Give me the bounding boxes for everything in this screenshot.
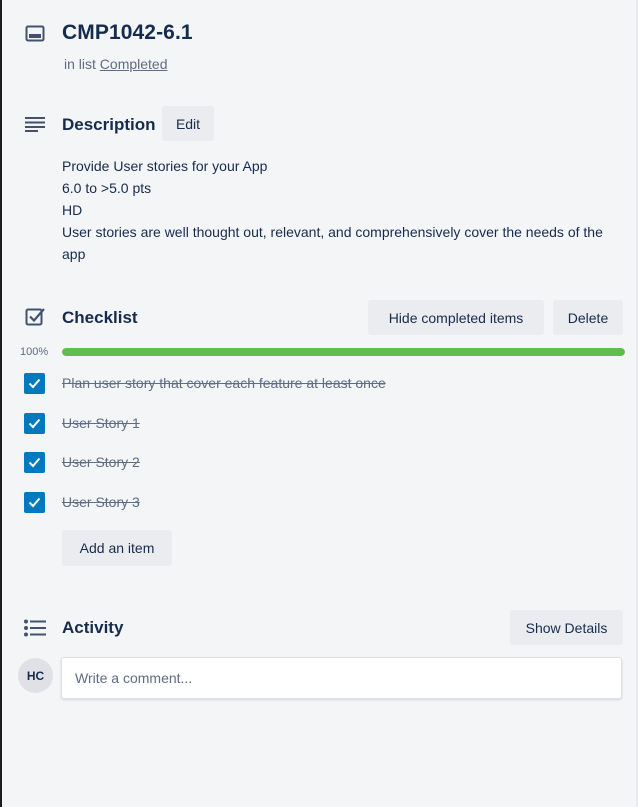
description-line: User stories are well thought out, relev…: [62, 224, 603, 262]
window-left-edge: [0, 0, 2, 807]
comment-input[interactable]: [61, 657, 622, 699]
progress-fill: [62, 348, 625, 356]
add-item-button[interactable]: Add an item: [62, 530, 172, 566]
list-link[interactable]: Completed: [100, 56, 168, 72]
checklist-item-text[interactable]: User Story 1: [62, 415, 140, 431]
checklist-item-text[interactable]: User Story 3: [62, 494, 140, 510]
checkmark-icon: [28, 378, 41, 388]
show-details-button[interactable]: Show Details: [510, 610, 623, 645]
checkbox-checked[interactable]: [24, 491, 45, 513]
checklist-icon: [25, 307, 45, 327]
description-line: Provide User stories for your App: [62, 158, 268, 174]
card-title[interactable]: CMP1042-6.1: [62, 21, 193, 45]
checkbox-checked[interactable]: [24, 451, 45, 473]
in-list-prefix: in list: [64, 56, 96, 72]
checklist-item: User Story 3: [24, 491, 624, 513]
activity-heading: Activity: [62, 618, 124, 637]
checkbox-checked[interactable]: [24, 372, 45, 394]
checklist-item-text[interactable]: Plan user story that cover each feature …: [62, 375, 386, 391]
card-icon: [25, 25, 45, 43]
checklist-item: User Story 1: [24, 412, 624, 434]
description-heading: Description: [62, 115, 156, 134]
checkmark-icon: [28, 418, 41, 428]
edit-description-button[interactable]: Edit: [162, 106, 214, 141]
description-line: HD: [62, 202, 83, 218]
hide-completed-button[interactable]: Hide completed items: [368, 300, 544, 335]
checkmark-icon: [28, 457, 41, 467]
checklist-heading: Checklist: [62, 308, 138, 327]
checkmark-icon: [28, 497, 41, 507]
checklist-item: User Story 2: [24, 451, 624, 473]
activity-icon: [24, 619, 46, 637]
description-text[interactable]: Provide User stories for your App 6.0 to…: [62, 155, 622, 265]
checkbox-checked[interactable]: [24, 412, 45, 434]
description-line: 6.0 to >5.0 pts: [62, 180, 152, 196]
checklist-item-text[interactable]: User Story 2: [62, 454, 140, 470]
delete-checklist-button[interactable]: Delete: [553, 300, 623, 335]
progress-bar: [62, 348, 625, 356]
description-icon: [25, 116, 45, 132]
progress-percent: 100%: [20, 346, 49, 358]
avatar[interactable]: HC: [18, 658, 53, 693]
in-list-label: in list Completed: [64, 56, 168, 72]
checklist-item: Plan user story that cover each feature …: [24, 372, 624, 394]
